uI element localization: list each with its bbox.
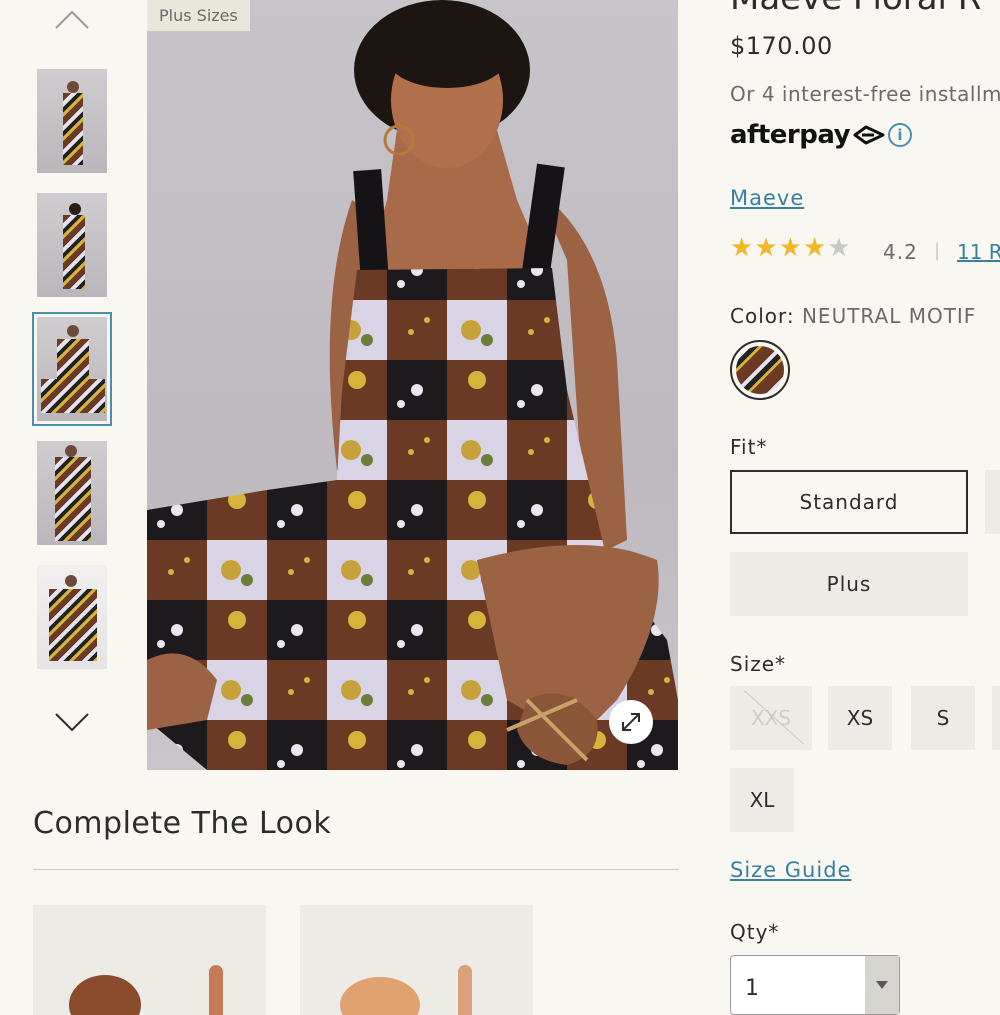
thumbnail-4[interactable] [37, 441, 107, 545]
rating-value: 4.2 [883, 240, 918, 264]
color-label-row: Color: NEUTRAL MOTIF [730, 304, 976, 328]
expand-image-button[interactable] [609, 700, 653, 744]
size-option-xs[interactable]: XS [828, 686, 892, 750]
info-icon[interactable]: i [888, 123, 912, 147]
star-filled-icon: ★ [754, 233, 778, 263]
sandal-image [340, 965, 472, 1015]
fit-option-partial[interactable] [985, 470, 1000, 534]
size-label: Size* [730, 652, 787, 676]
fit-label: Fit* [730, 435, 768, 459]
chevron-up-icon [55, 10, 89, 29]
size-option-s[interactable]: S [911, 686, 975, 750]
thumbnail-1[interactable] [37, 69, 107, 173]
star-empty-icon: ★ [827, 233, 851, 263]
size-option-xl[interactable]: XL [730, 768, 794, 832]
color-swatch-neutral-motif[interactable] [730, 340, 790, 400]
afterpay-logo: afterpay [730, 120, 886, 150]
afterpay-arrows-icon [853, 125, 885, 145]
rating-stars: ★ ★ ★ ★ ★ [730, 235, 851, 261]
size-option-xxs[interactable]: XXS [730, 686, 812, 750]
thumbnail-3[interactable] [32, 312, 112, 426]
color-value: NEUTRAL MOTIF [801, 304, 977, 328]
product-title: Maeve Floral R [730, 0, 981, 18]
fit-option-plus[interactable]: Plus [730, 552, 968, 616]
qty-dropdown-caret [865, 956, 899, 1014]
expand-icon [622, 713, 640, 731]
chevron-down-icon [55, 713, 89, 732]
thumbnails-down-arrow[interactable] [52, 708, 92, 738]
reviews-link[interactable]: 11 R [957, 240, 1000, 264]
color-label: Color: [730, 304, 795, 328]
qty-select[interactable]: 1 [730, 955, 900, 1015]
product-price: $170.00 [730, 32, 833, 60]
model-photo [147, 0, 678, 770]
divider [33, 869, 679, 870]
complete-the-look-heading: Complete The Look [33, 806, 332, 841]
afterpay-wordmark: afterpay [730, 120, 851, 150]
thumbnail-2[interactable] [37, 193, 107, 297]
qty-value: 1 [745, 976, 759, 1001]
rating-separator: | [934, 240, 941, 261]
star-filled-icon: ★ [802, 233, 827, 263]
star-filled-icon: ★ [778, 233, 802, 263]
main-product-image[interactable]: Plus Sizes [147, 0, 678, 770]
qty-label: Qty* [730, 920, 780, 944]
complete-look-product-2[interactable] [300, 905, 533, 1015]
size-option-partial[interactable] [992, 686, 1000, 750]
caret-down-icon [876, 981, 888, 989]
brand-link[interactable]: Maeve [730, 186, 804, 210]
star-filled-icon: ★ [730, 233, 754, 263]
size-guide-link[interactable]: Size Guide [730, 858, 851, 882]
sandal-image [69, 965, 223, 1015]
thumbnail-5[interactable] [37, 565, 107, 669]
complete-look-product-1[interactable] [33, 905, 266, 1015]
installment-text: Or 4 interest-free installm [730, 82, 1000, 106]
fit-option-standard[interactable]: Standard [730, 470, 968, 534]
plus-sizes-badge: Plus Sizes [147, 0, 250, 31]
thumbnails-up-arrow[interactable] [52, 4, 92, 34]
